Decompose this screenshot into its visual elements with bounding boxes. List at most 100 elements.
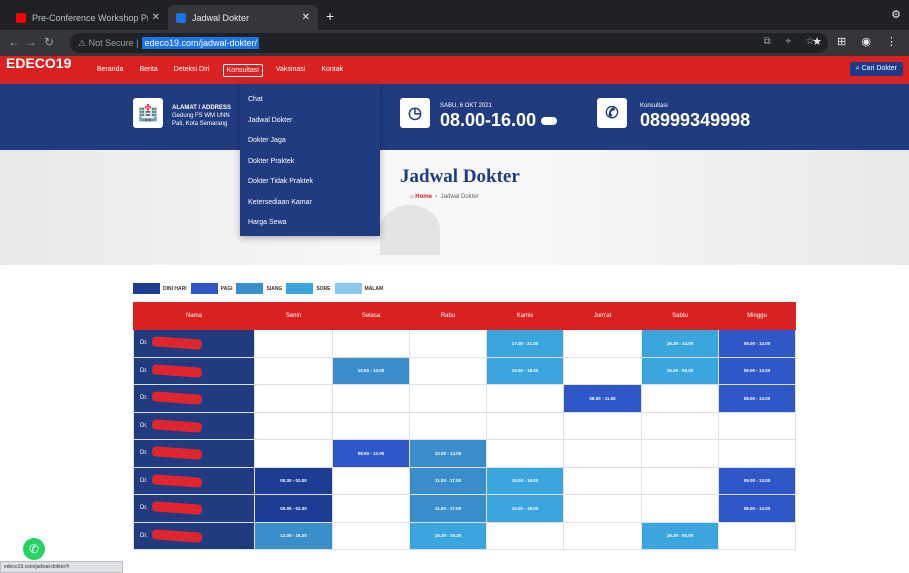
breadcrumb: ⌂ Home › Jadwal Dokter: [410, 194, 479, 200]
site-navbar: EDECO19 Beranda Berita Deteksi Diri Kons…: [0, 56, 909, 84]
schedule-cell: [254, 384, 333, 413]
close-tab-icon[interactable]: ✕: [302, 12, 310, 23]
schedule-cell: [641, 494, 719, 523]
schedule-cell: [563, 356, 642, 385]
menu-item-deteksi-diri[interactable]: Deteksi Diri: [171, 64, 213, 77]
address-line2: Pati, Kota Semarang: [172, 121, 228, 127]
schedule-cell: [563, 411, 642, 440]
schedule-cell: [409, 356, 487, 385]
forward-icon[interactable]: →: [25, 35, 37, 49]
schedule-cell[interactable]: 15.00 - 19.00: [486, 356, 564, 385]
schedule-cell[interactable]: 11.00 - 17.00: [409, 466, 487, 495]
menu-item-vaksinasi[interactable]: Vaksinasi: [273, 64, 308, 77]
dropdown-item-chat[interactable]: Chat: [240, 90, 380, 111]
redaction-mark: [151, 446, 203, 460]
schedule-cell[interactable]: 08.00 - 13.00: [718, 494, 796, 523]
schedule-cell[interactable]: 00.30 - 02.00: [254, 466, 333, 495]
legend-label: MALAM: [364, 285, 384, 292]
schedule-cell[interactable]: 16.30 - 19.30: [409, 521, 487, 550]
redaction-mark: [151, 336, 203, 350]
breadcrumb-home[interactable]: Home: [415, 194, 432, 200]
schedule-cell[interactable]: 00.00 - 02.00: [254, 494, 333, 523]
schedule-cell[interactable]: 12.00 - 15.30: [254, 521, 333, 550]
schedule-cell[interactable]: 08.00 - 13.00: [718, 384, 796, 413]
column-header-kamis: Kamis: [486, 302, 564, 330]
legend-label: PAGI: [220, 285, 233, 292]
schedule-cell[interactable]: 11.00 - 17.00: [409, 494, 487, 523]
schedule-cell: [718, 521, 796, 550]
dropdown-item-dokter-jaga[interactable]: Dokter Jaga: [240, 131, 380, 152]
window-menu-icon[interactable]: ⚙: [891, 8, 901, 21]
doctor-name: Dr.: [140, 340, 148, 347]
schedule-cell[interactable]: 08.00 - 12.00: [332, 439, 410, 468]
schedule-cell: [486, 521, 564, 550]
schedule-cell[interactable]: 16.30 - 14.00: [641, 329, 719, 358]
schedule-cell: [409, 384, 487, 413]
legend-swatch: [133, 283, 160, 294]
table-row: Dr. 12.00 - 15.30 16.30 - 19.30 16.30 - 00.…: [133, 521, 796, 550]
close-tab-icon[interactable]: ✕: [152, 12, 160, 23]
dropdown-item-ketersediaan-kamar[interactable]: Ketersediaan Kamar: [240, 193, 380, 214]
doctor-name-cell[interactable]: Dr.: [133, 384, 255, 413]
address-line1: Gedung FS WM UNN: [172, 113, 230, 119]
new-tab-icon[interactable]: +: [326, 8, 334, 24]
menu-item-konsultasi[interactable]: Konsultasi: [222, 63, 263, 77]
site-logo[interactable]: EDECO19: [6, 56, 71, 83]
redaction-mark: [151, 473, 203, 488]
schedule-cell[interactable]: 10.00 - 14.00: [332, 356, 410, 385]
schedule-cell[interactable]: 16.30 - 00.00: [641, 521, 719, 550]
schedule-cell: [563, 439, 642, 468]
schedule-cell[interactable]: 09.00 - 13.00: [718, 466, 796, 495]
legend-label: SIANG: [266, 285, 283, 292]
schedule-cell[interactable]: 15.00 - 19.00: [486, 494, 564, 523]
dropdown-item-harga-sewa[interactable]: Harga Sewa: [240, 213, 380, 234]
youtube-icon: [16, 12, 26, 23]
doctor-name-cell[interactable]: Dr.: [133, 356, 255, 385]
security-label: Not Secure: [88, 38, 134, 48]
menu-item-beranda[interactable]: Beranda: [94, 64, 126, 77]
logo-tagline: [6, 70, 66, 83]
menu-item-kontak[interactable]: Kontak: [318, 64, 346, 77]
consult-phone[interactable]: 08999349998: [640, 110, 750, 130]
schedule-cell[interactable]: 08.00 - 13.00: [718, 356, 796, 385]
schedule-cell: [563, 329, 642, 358]
reload-icon[interactable]: ↻: [44, 35, 54, 49]
clock-icon: ◷: [400, 98, 430, 128]
dropdown-item-jadwal-dokter[interactable]: Jadwal Dokter: [240, 111, 380, 132]
doctor-name-cell[interactable]: Dr.: [133, 411, 255, 440]
doctor-name: Dr.: [140, 505, 148, 512]
doctor-name: Dr.: [140, 450, 148, 457]
doctor-name-cell[interactable]: Dr.: [133, 439, 255, 468]
whatsapp-icon[interactable]: ✆: [23, 538, 45, 560]
dropdown-item-dokter-tidak-praktek[interactable]: Dokter Tidak Praktek: [240, 172, 380, 193]
extensions-icons[interactable]: ★ ⊞ ◉ ⋮: [812, 35, 903, 48]
doctor-name-cell[interactable]: Dr.: [133, 466, 255, 495]
schedule-cell[interactable]: 08.00 - 11.00: [563, 384, 642, 413]
column-header-senin: Senin: [254, 302, 333, 330]
schedule-cell[interactable]: 16.30 - 00.00: [641, 356, 719, 385]
url-input[interactable]: ⚠ Not Secure | edeco19.com/jadwal-dokter/…: [70, 33, 828, 53]
back-icon[interactable]: ←: [8, 35, 20, 49]
search-icon: ⌕: [855, 65, 860, 72]
doctor-name: Dr.: [140, 532, 148, 539]
doctor-name-cell[interactable]: Dr.: [133, 329, 255, 358]
logo-text: EDECO19: [6, 55, 72, 71]
schedule-cell[interactable]: 15.00 - 19.00: [486, 466, 564, 495]
table-row: Dr.: [133, 411, 796, 440]
schedule-cell: [563, 521, 642, 550]
dropdown-item-dokter-praktek[interactable]: Dokter Praktek: [240, 152, 380, 173]
info-bar: 🏥 ALAMAT / ADDRESS Gedung FS WM UNN Pati…: [0, 84, 909, 150]
doctor-name: Dr.: [140, 422, 148, 429]
doctor-name-cell[interactable]: Dr.: [133, 521, 255, 550]
doctor-name-cell[interactable]: Dr.: [133, 494, 255, 523]
menu-item-berita[interactable]: Berita: [136, 64, 160, 77]
search-doctor-button[interactable]: ⌕ Cari Dokter: [849, 62, 903, 76]
schedule-cell[interactable]: 17.00 - 21.00: [486, 329, 564, 358]
schedule-cell[interactable]: 10.00 - 14.00: [409, 439, 487, 468]
tab-pre-conference[interactable]: Pre-Conference Workshop Pr... ✕: [8, 5, 168, 30]
schedule-cell: [332, 384, 410, 413]
doctor-name: Dr.: [140, 477, 148, 484]
schedule-cell[interactable]: 09.00 - 13.00: [718, 329, 796, 358]
tab-jadwal-dokter[interactable]: Jadwal Dokter ✕: [168, 5, 318, 30]
table-row: Dr. 00.30 - 02.00 11.00 - 17.00 15.00 - 19.…: [133, 466, 796, 495]
